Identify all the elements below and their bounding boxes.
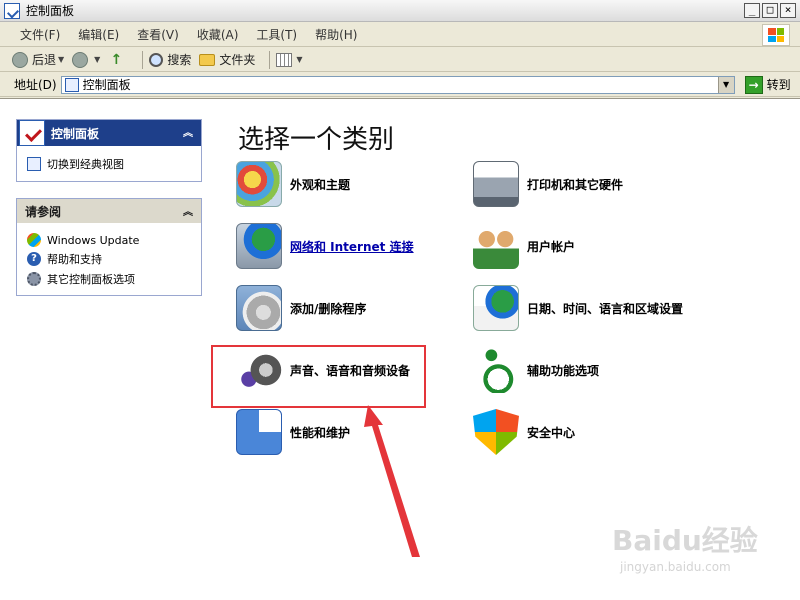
folder-icon	[199, 53, 216, 66]
minimize-button[interactable]: _	[744, 3, 760, 18]
window-title: 控制面板	[26, 4, 75, 18]
menu-bar: 文件(F) 编辑(E) 查看(V) 收藏(A) 工具(T) 帮助(H)	[0, 23, 800, 47]
forward-button[interactable]: ▼	[72, 51, 101, 68]
menu-edit[interactable]: 编辑(E)	[72, 26, 125, 43]
address-value: 控制面板	[82, 78, 131, 92]
menu-help[interactable]: 帮助(H)	[309, 26, 363, 43]
menu-tools[interactable]: 工具(T)	[250, 26, 303, 43]
address-bar: 地址(D) 控制面板 ▼ → 转到	[0, 73, 800, 97]
window-buttons: _ □ ×	[744, 3, 796, 18]
watermark-logo: Baidu经验	[612, 524, 758, 557]
search-label: 搜索	[167, 53, 192, 67]
go-button[interactable]: → 转到	[744, 75, 791, 94]
search-button[interactable]: 搜索	[149, 51, 191, 68]
control-panel-icon	[64, 77, 79, 92]
maximize-button[interactable]: □	[762, 3, 778, 18]
control-panel-icon	[4, 2, 20, 19]
go-label: 转到	[766, 78, 791, 92]
views-button[interactable]: ▼	[276, 52, 303, 67]
chevron-down-icon: ▼	[94, 55, 101, 64]
menu-favorites[interactable]: 收藏(A)	[191, 26, 245, 43]
back-label: 后退	[32, 53, 57, 67]
folders-button[interactable]: 文件夹	[199, 51, 255, 68]
close-button[interactable]: ×	[780, 3, 796, 18]
chevron-down-icon: ▼	[296, 55, 303, 64]
up-folder-icon: ↑	[110, 51, 123, 68]
toolbar-separator	[142, 50, 144, 69]
folders-label: 文件夹	[219, 53, 256, 67]
address-input[interactable]: 控制面板 ▼	[60, 75, 735, 94]
chevron-down-icon: ▼	[58, 55, 65, 64]
toolbar-separator	[269, 50, 271, 69]
address-dropdown-button[interactable]: ▼	[717, 76, 734, 93]
back-arrow-icon	[12, 51, 28, 68]
menu-view[interactable]: 查看(V)	[131, 26, 185, 43]
address-label: 地址(D)	[14, 78, 57, 92]
go-arrow-icon: →	[744, 75, 763, 94]
content-area: 控制面板 ︽ 切换到经典视图 请参阅 ︽ Windows Update ? 帮助…	[0, 98, 800, 600]
title-bar: 控制面板 _ □ ×	[0, 0, 800, 22]
forward-arrow-icon	[72, 51, 89, 68]
windows-logo-icon	[762, 24, 790, 46]
back-button[interactable]: 后退 ▼	[12, 51, 64, 68]
views-icon	[276, 52, 293, 67]
up-button[interactable]: ↑	[108, 52, 128, 68]
watermark-url: jingyan.baidu.com	[620, 560, 731, 574]
search-icon	[149, 52, 164, 67]
annotation-arrow-shape	[364, 405, 420, 557]
toolbar: 后退 ▼ ▼ ↑ 搜索 文件夹 ▼	[0, 48, 800, 72]
menu-file[interactable]: 文件(F)	[14, 26, 66, 43]
